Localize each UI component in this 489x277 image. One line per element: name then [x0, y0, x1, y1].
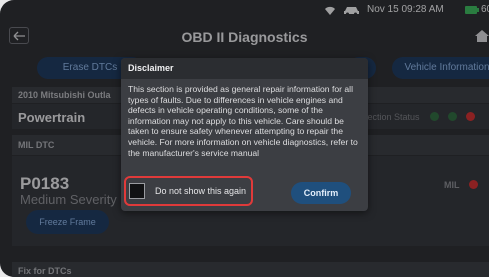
do-not-show-label[interactable]: Do not show this again [155, 186, 246, 196]
do-not-show-checkbox[interactable] [129, 183, 145, 199]
confirm-button[interactable]: Confirm [291, 182, 351, 204]
disclaimer-dialog: Disclaimer This section is provided as g… [121, 58, 368, 211]
tablet-screen: Nov 15 09:28 AM 60 OBD II Diagnostics Er… [0, 0, 489, 277]
dialog-title: Disclaimer [121, 58, 368, 79]
dialog-body: This section is provided as general repa… [128, 84, 358, 158]
